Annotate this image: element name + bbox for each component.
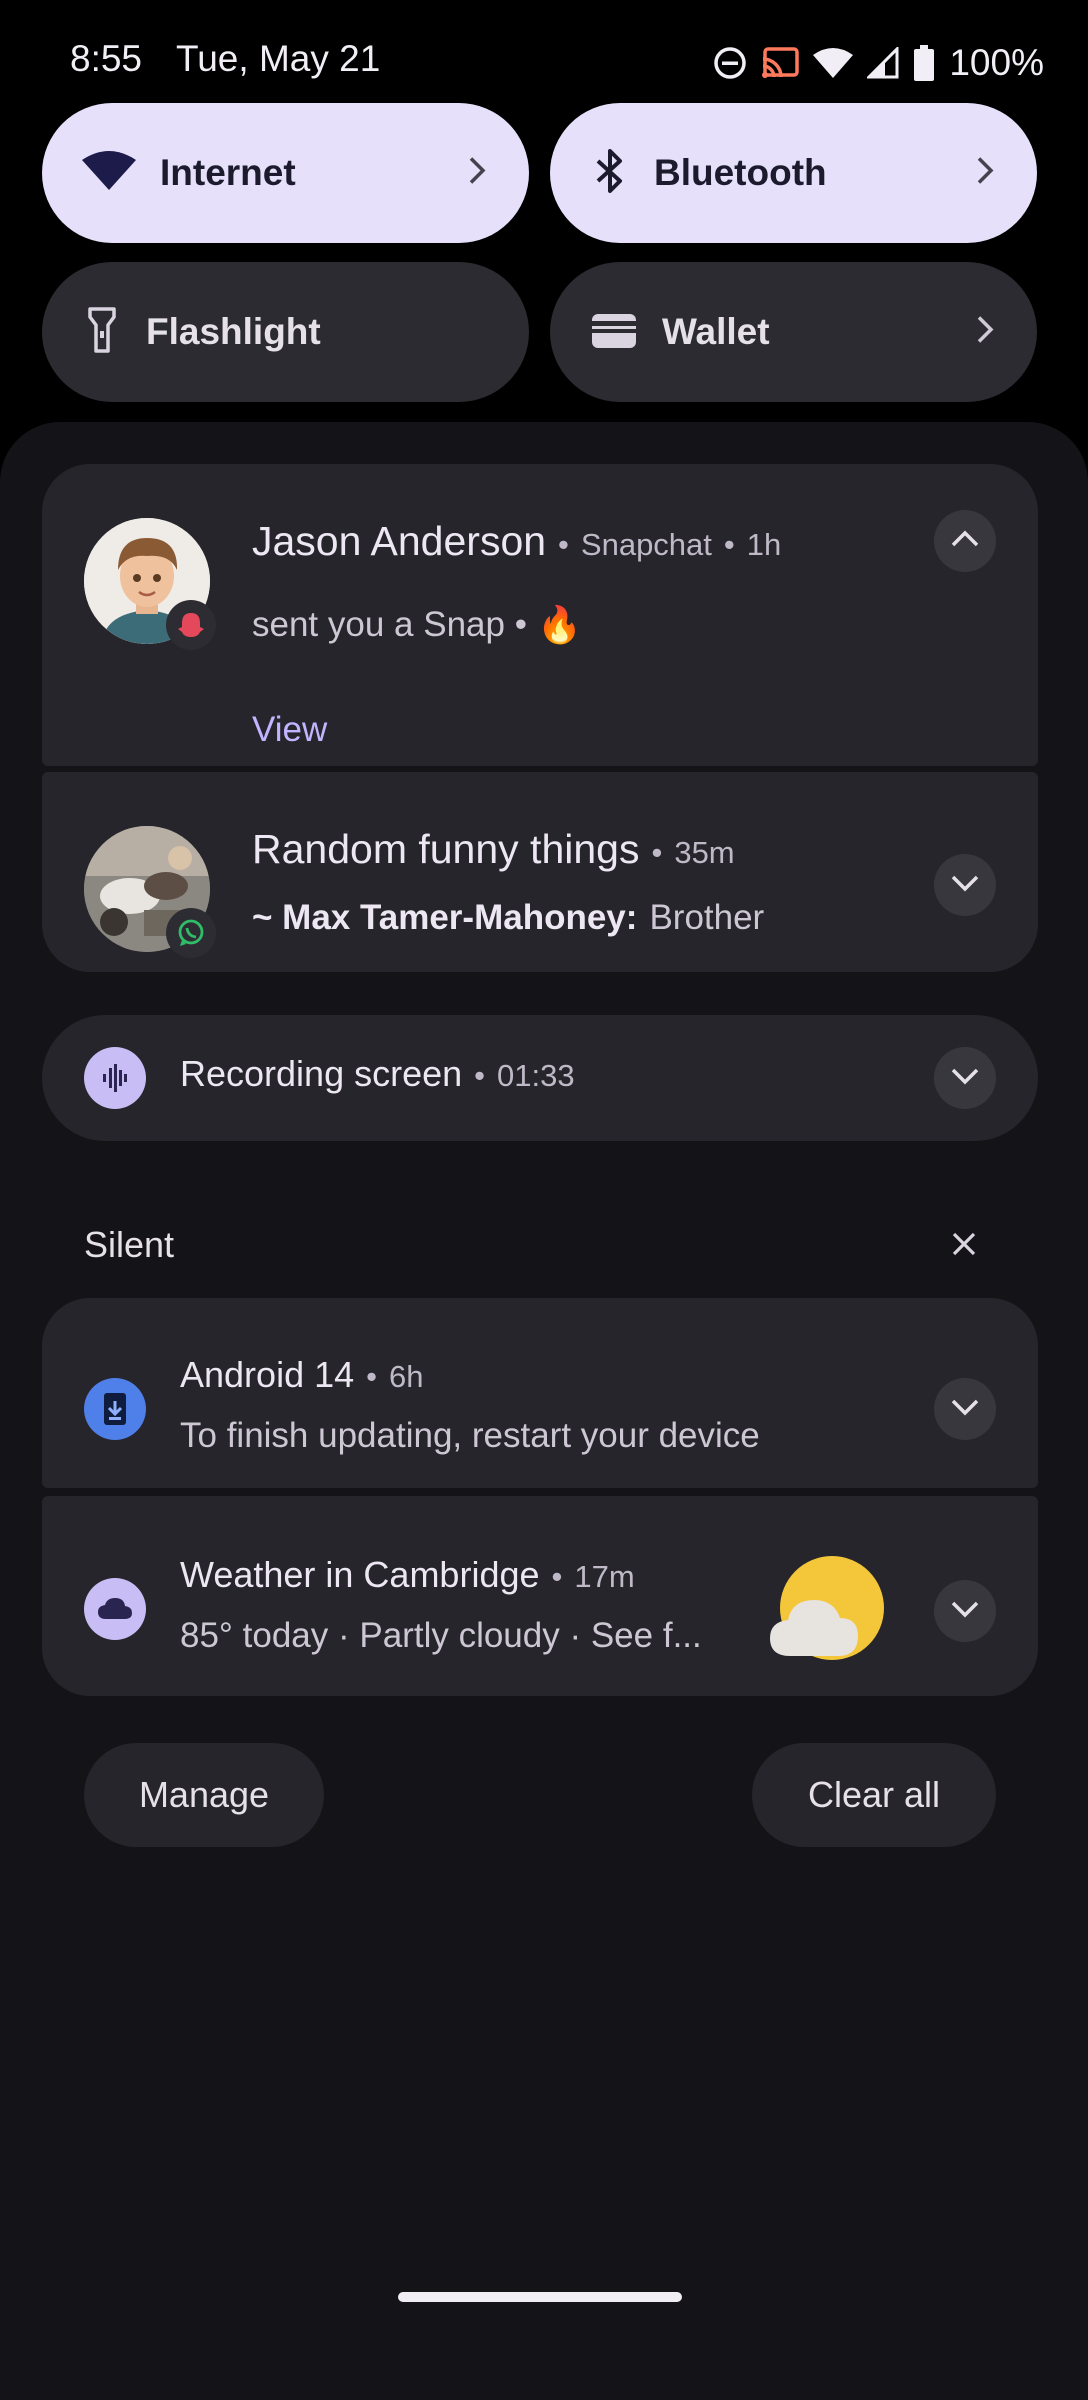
timestamp: 35m	[674, 835, 735, 870]
message-text: Brother	[649, 898, 765, 937]
tile-label: Internet	[160, 152, 296, 193]
notification-title: Weather in Cambridge	[180, 1554, 540, 1595]
tile-label: Wallet	[662, 311, 770, 352]
bluetooth-tile[interactable]: Bluetooth	[550, 103, 1037, 243]
tile-label: Bluetooth	[654, 152, 827, 193]
manage-button[interactable]: Manage	[84, 1743, 324, 1847]
chevron-down-icon	[950, 1600, 980, 1623]
snapchat-header: Jason Anderson • Snapchat • 1h	[252, 518, 782, 564]
chevron-right-icon	[467, 156, 487, 191]
date: Tue, May 21	[176, 38, 381, 79]
clock: 8:55	[70, 38, 143, 79]
do-not-disturb-icon	[713, 46, 747, 80]
chevron-up-icon	[950, 530, 980, 553]
whatsapp-badge-icon	[166, 908, 216, 958]
fire-emoji: 🔥	[536, 604, 582, 645]
expand-button[interactable]	[934, 1378, 996, 1440]
recording-notification[interactable]: Recording screen • 01:33	[42, 1015, 1038, 1141]
timestamp: 6h	[389, 1359, 424, 1394]
cloud-icon	[84, 1578, 146, 1640]
status-bar: 8:55 Tue, May 21 100%	[0, 0, 1088, 110]
chevron-right-icon	[975, 156, 995, 191]
recording-header: Recording screen • 01:33	[180, 1053, 575, 1094]
home-indicator[interactable]	[398, 2292, 682, 2302]
chevron-right-icon	[975, 315, 995, 350]
android-update-notification[interactable]: Android 14 • 6h To finish updating, rest…	[42, 1298, 1038, 1488]
clear-all-button[interactable]: Clear all	[752, 1743, 996, 1847]
status-icons: 100%	[713, 38, 1044, 88]
group-title: Random funny things	[252, 826, 640, 872]
android-header: Android 14 • 6h	[180, 1354, 424, 1395]
view-action-button[interactable]: View	[252, 710, 327, 750]
expand-button[interactable]	[934, 1580, 996, 1642]
weather-notification[interactable]: Weather in Cambridge • 17m 85° today · P…	[42, 1496, 1038, 1696]
message-sender: ~ Max Tamer-Mahoney:	[252, 898, 638, 937]
chevron-down-icon	[950, 874, 980, 897]
recording-duration: 01:33	[497, 1058, 575, 1093]
expand-button[interactable]	[934, 1047, 996, 1109]
notification-message: To finish updating, restart your device	[180, 1416, 760, 1455]
notification-message: 85° today · Partly cloudy · See f...	[180, 1616, 702, 1655]
whatsapp-notification[interactable]: Random funny things • 35m ~ Max Tamer-Ma…	[42, 772, 1038, 972]
flashlight-tile[interactable]: Flashlight	[42, 262, 529, 402]
wallet-icon	[590, 310, 638, 355]
dismiss-silent-button[interactable]	[944, 1226, 984, 1266]
timestamp: 17m	[574, 1559, 635, 1594]
bluetooth-icon	[590, 147, 630, 200]
snapchat-message: sent you a Snap • 🔥	[252, 604, 582, 646]
whatsapp-message: ~ Max Tamer-Mahoney: Brother	[252, 898, 764, 938]
tile-label: Flashlight	[146, 311, 321, 352]
recording-title: Recording screen	[180, 1053, 463, 1094]
snapchat-badge-icon	[166, 600, 216, 650]
close-icon	[950, 1230, 978, 1263]
snapchat-notification[interactable]: Jason Anderson • Snapchat • 1h sent you …	[42, 464, 1038, 766]
notification-title: Android 14	[180, 1354, 355, 1395]
message-text: sent you a Snap •	[252, 605, 527, 644]
signal-icon	[867, 47, 899, 79]
collapse-button[interactable]	[934, 510, 996, 572]
wifi-icon	[813, 47, 854, 79]
flashlight-icon	[82, 305, 122, 360]
chevron-down-icon	[950, 1067, 980, 1090]
weather-header: Weather in Cambridge • 17m	[180, 1554, 635, 1595]
chevron-down-icon	[950, 1398, 980, 1421]
partly-cloudy-icon	[768, 1556, 888, 1662]
sender-name: Jason Anderson	[252, 518, 547, 564]
battery-percent: 100%	[949, 42, 1044, 83]
wallet-tile[interactable]: Wallet	[550, 262, 1037, 402]
whatsapp-header: Random funny things • 35m	[252, 826, 735, 872]
internet-tile[interactable]: Internet	[42, 103, 529, 243]
expand-button[interactable]	[934, 854, 996, 916]
timestamp: 1h	[746, 527, 782, 562]
wifi-icon	[82, 150, 136, 197]
cast-icon	[761, 47, 800, 79]
sound-wave-icon	[84, 1047, 146, 1109]
battery-icon	[913, 45, 935, 81]
system-update-icon	[84, 1378, 146, 1440]
silent-section-header: Silent	[84, 1224, 175, 1265]
app-name: Snapchat	[580, 527, 712, 562]
